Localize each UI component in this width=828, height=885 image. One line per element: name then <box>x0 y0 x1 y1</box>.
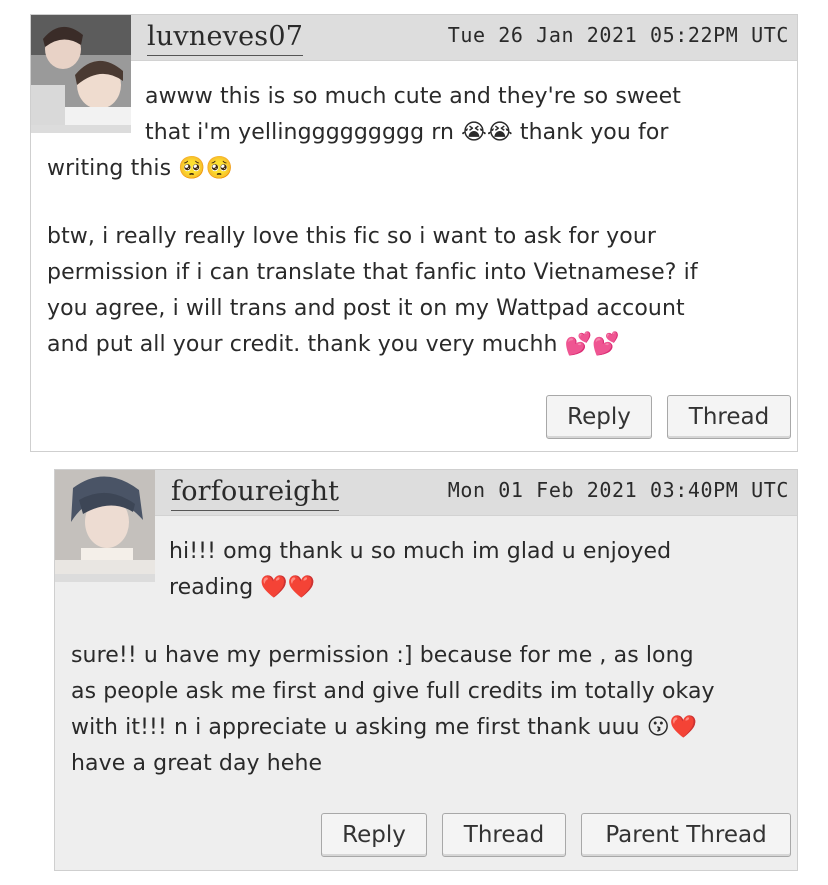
reply-button[interactable]: Reply <box>321 813 427 857</box>
thread-button[interactable]: Thread <box>667 395 791 439</box>
comment-line: that i'm yellinggggggggg rn 😭😭 thank you… <box>145 120 669 145</box>
comment-line: you agree, i will trans and post it on m… <box>47 296 685 321</box>
comment-line: hi!!! omg thank u so much im glad u enjo… <box>169 539 672 564</box>
comment-line: and put all your credit. thank you very … <box>47 332 620 357</box>
comment-line: sure!! u have my permission :] because f… <box>71 643 694 668</box>
comment-datetime: Tue 26 Jan 2021 05:22PM UTC <box>447 23 789 47</box>
comment-body: awww this is so much cute and they're so… <box>47 79 783 395</box>
comment-line: as people ask me first and give full cre… <box>71 679 715 704</box>
comment-line: awww this is so much cute and they're so… <box>145 84 681 109</box>
comment-byline: luvneves07 Tue 26 Jan 2021 05:22PM UTC <box>131 15 797 61</box>
comment-line: reading ❤️❤️ <box>169 575 316 600</box>
comment-1: luvneves07 Tue 26 Jan 2021 05:22PM UTC a… <box>30 14 798 452</box>
username-link[interactable]: forfoureight <box>171 476 340 511</box>
thread-button[interactable]: Thread <box>442 813 566 857</box>
comment-line: writing this 🥺🥺 <box>47 156 234 181</box>
comment-2: forfoureight Mon 01 Feb 2021 03:40PM UTC… <box>54 469 798 871</box>
comment-body: hi!!! omg thank u so much im glad u enjo… <box>71 534 783 814</box>
comment-line: with it!!! n i appreciate u asking me fi… <box>71 715 698 740</box>
username-link[interactable]: luvneves07 <box>147 21 304 56</box>
comment-line: permission if i can translate that fanfi… <box>47 260 698 285</box>
comment-byline: forfoureight Mon 01 Feb 2021 03:40PM UTC <box>155 470 797 516</box>
reply-button[interactable]: Reply <box>546 395 652 439</box>
comment-line: have a great day hehe <box>71 751 323 776</box>
comment-datetime: Mon 01 Feb 2021 03:40PM UTC <box>447 478 789 502</box>
parent-thread-button[interactable]: Parent Thread <box>581 813 791 857</box>
comment-line: btw, i really really love this fic so i … <box>47 224 657 249</box>
